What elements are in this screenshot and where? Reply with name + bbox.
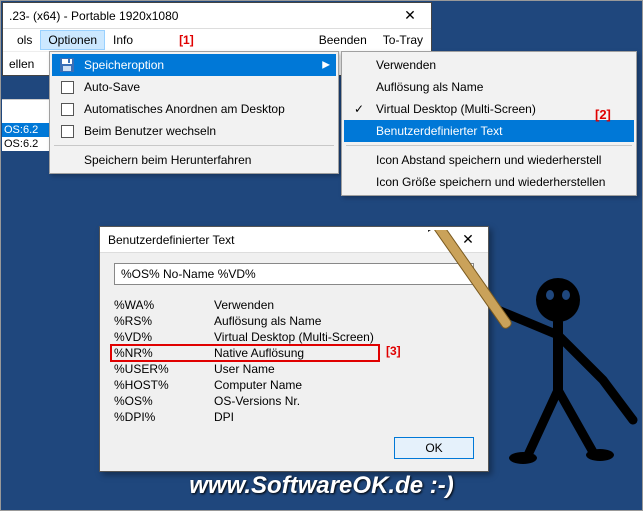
menu-item-autosave[interactable]: Auto-Save bbox=[52, 76, 336, 98]
list-item[interactable]: OS:6.2 bbox=[2, 137, 51, 151]
menubar: ols Optionen Info [1] Beenden To-Tray bbox=[3, 29, 431, 51]
menu-item-label: Benutzerdefinierter Text bbox=[376, 124, 503, 138]
menu-item-label: Auto-Save bbox=[84, 80, 140, 94]
table-row: %USER%User Name bbox=[114, 361, 474, 377]
checkbox-off-icon bbox=[56, 98, 78, 120]
menu-separator bbox=[346, 145, 632, 146]
submenu-item-vd[interactable]: ✓ Virtual Desktop (Multi-Screen) bbox=[344, 98, 634, 120]
menu-item-storage[interactable]: Speicheroption ▶ bbox=[52, 54, 336, 76]
titlebar: .23- (x64) - Portable 1920x1080 ✕ bbox=[3, 3, 431, 29]
menu-item-label: Icon Abstand speichern und wiederherstel… bbox=[376, 153, 601, 167]
menu-item-label: Beim Benutzer wechseln bbox=[84, 124, 216, 138]
custom-text-input[interactable] bbox=[114, 263, 474, 285]
table-row: %DPI%DPI bbox=[114, 409, 474, 425]
table-row: %WA%Verwenden bbox=[114, 297, 474, 313]
list-rows: OS:6.2 OS:6.2 bbox=[2, 99, 51, 151]
storage-submenu: Verwenden Auflösung als Name ✓ Virtual D… bbox=[341, 51, 637, 196]
submenu-item-iconsize[interactable]: Icon Größe speichern und wiederherstelle… bbox=[344, 171, 634, 193]
checkbox-off-icon bbox=[56, 76, 78, 98]
annotation-1: [1] bbox=[171, 30, 202, 50]
menu-item-label: Speichern beim Herunterfahren bbox=[84, 153, 251, 167]
list-item[interactable]: OS:6.2 bbox=[2, 123, 51, 137]
menu-item-userchange[interactable]: Beim Benutzer wechseln bbox=[52, 120, 336, 142]
mascot-illustration bbox=[428, 230, 643, 470]
menu-totray[interactable]: To-Tray bbox=[375, 30, 431, 50]
menu-item-label: Auflösung als Name bbox=[376, 80, 483, 94]
submenu-item-resname[interactable]: Auflösung als Name bbox=[344, 76, 634, 98]
table-row: %HOST%Computer Name bbox=[114, 377, 474, 393]
menu-item-autoarrange[interactable]: Automatisches Anordnen am Desktop bbox=[52, 98, 336, 120]
dialog-title: Benutzerdefinierter Text bbox=[108, 233, 235, 247]
menu-quit[interactable]: Beenden bbox=[311, 30, 375, 50]
menu-info[interactable]: Info bbox=[105, 30, 141, 50]
variable-table: %WA%Verwenden %RS%Auflösung als Name %VD… bbox=[114, 297, 474, 425]
menu-item-label: Icon Größe speichern und wiederherstelle… bbox=[376, 175, 605, 189]
menu-separator bbox=[54, 145, 334, 146]
table-row: %NR%Native Auflösung bbox=[114, 345, 474, 361]
table-row: %RS%Auflösung als Name bbox=[114, 313, 474, 329]
menu-options[interactable]: Optionen bbox=[40, 30, 105, 50]
close-icon[interactable]: ✕ bbox=[389, 3, 431, 29]
menu-tools[interactable]: ols bbox=[9, 30, 40, 50]
submenu-item-custom[interactable]: Benutzerdefinierter Text bbox=[344, 120, 634, 142]
checkbox-off-icon bbox=[56, 120, 78, 142]
submenu-item-iconspacing[interactable]: Icon Abstand speichern und wiederherstel… bbox=[344, 149, 634, 171]
check-icon: ✓ bbox=[348, 98, 370, 120]
menu-item-label: Virtual Desktop (Multi-Screen) bbox=[376, 102, 536, 116]
annotation-2: [2] bbox=[595, 107, 611, 122]
body-label: ellen bbox=[9, 57, 34, 71]
footer-url: www.SoftwareOK.de :-) bbox=[1, 472, 642, 500]
menu-item-label: Verwenden bbox=[376, 58, 436, 72]
menu-item-label: Automatisches Anordnen am Desktop bbox=[84, 102, 285, 116]
floppy-icon bbox=[56, 54, 78, 76]
submenu-arrow-icon: ▶ bbox=[322, 60, 330, 71]
menu-item-shutdown[interactable]: Speichern beim Herunterfahren bbox=[52, 149, 336, 171]
table-row: %OS%OS-Versions Nr. bbox=[114, 393, 474, 409]
annotation-3: [3] bbox=[386, 344, 401, 358]
submenu-item-use[interactable]: Verwenden bbox=[344, 54, 634, 76]
window-title: .23- (x64) - Portable 1920x1080 bbox=[9, 9, 178, 23]
table-row: %VD%Virtual Desktop (Multi-Screen) bbox=[114, 329, 474, 345]
options-menu: Speicheroption ▶ Auto-Save Automatisches… bbox=[49, 51, 339, 174]
menu-item-label: Speicheroption bbox=[84, 58, 164, 72]
